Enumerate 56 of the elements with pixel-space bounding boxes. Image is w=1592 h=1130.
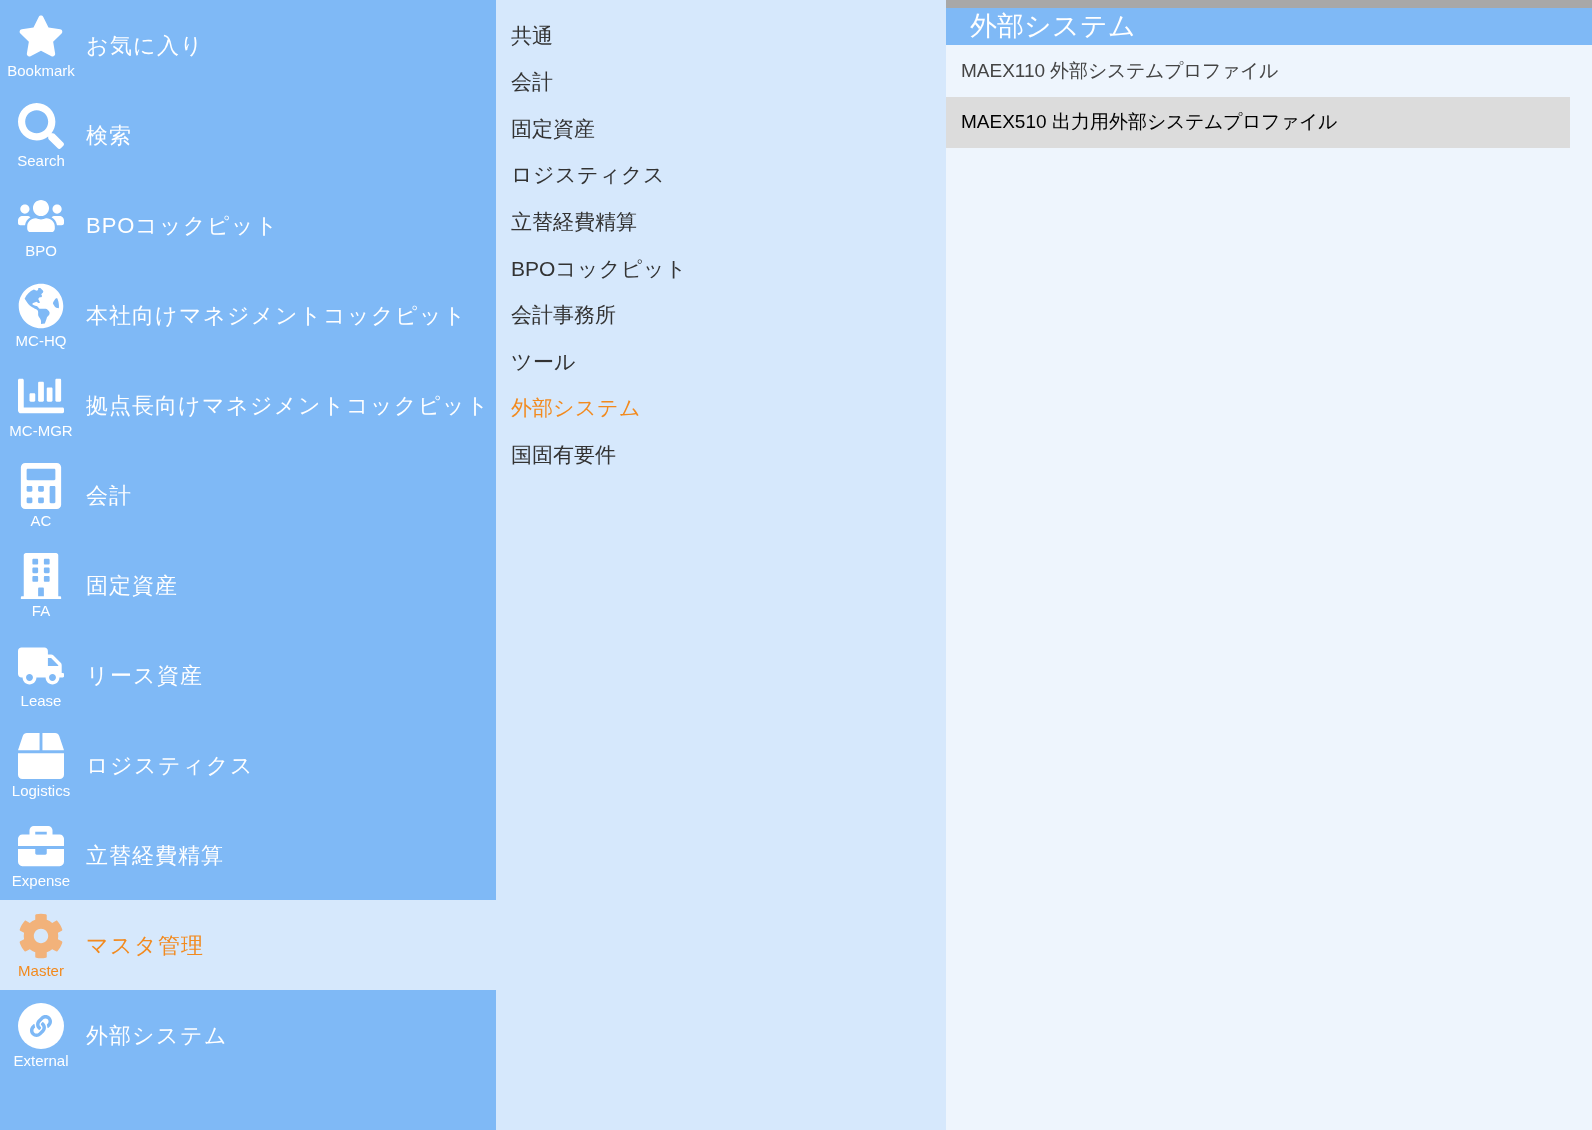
item-caption: External [13, 1052, 69, 1068]
category-item[interactable]: ツール [496, 338, 946, 385]
item-label: お気に入り [86, 31, 204, 60]
category-item[interactable]: 立替経費精算 [496, 198, 946, 245]
globe-icon [18, 282, 64, 329]
item-caption: Master [18, 962, 64, 978]
settings-icon [18, 912, 64, 959]
item-caption: MC-HQ [15, 332, 67, 348]
item-caption: Logistics [11, 782, 71, 798]
item-label: 立替経費精算 [86, 841, 224, 870]
sidebar-item[interactable]: MC-HQ 本社向けマネジメントコックピット [0, 270, 496, 360]
category-item[interactable]: 会計 [496, 58, 946, 106]
category-item[interactable]: 共通 [496, 12, 946, 59]
item-label: 外部システム [86, 1021, 228, 1050]
category-item[interactable]: ロジスティクス [496, 151, 946, 199]
item-label: 検索 [86, 121, 132, 150]
sidebar-item[interactable]: Logistics ロジスティクス [0, 720, 496, 810]
menu-row[interactable]: MAEX510 出力用外部システムプロファイル [946, 97, 1570, 148]
search-icon [18, 102, 64, 149]
item-caption: AC [30, 512, 52, 528]
item-caption: Lease [20, 692, 62, 708]
sidebar-item[interactable]: Search 検索 [0, 90, 496, 180]
calculator-icon [18, 462, 64, 509]
sidebar-item[interactable]: Master マスタ管理 [0, 900, 496, 990]
box-icon [18, 732, 64, 779]
category-item[interactable]: BPOコックピット [496, 244, 946, 292]
sidebar-item[interactable]: FA 固定資産 [0, 540, 496, 630]
link-icon [18, 1002, 64, 1049]
sidebar-item[interactable]: Bookmark お気に入り [0, 0, 496, 90]
item-label: BPOコックピット [86, 211, 280, 240]
item-label: 固定資産 [86, 571, 178, 600]
item-label: マスタ管理 [86, 931, 204, 960]
item-caption: Expense [11, 872, 71, 888]
menu-row[interactable]: MAEX110 外部システムプロファイル [946, 46, 1570, 97]
category-item[interactable]: 固定資産 [496, 105, 946, 152]
item-label: ロジスティクス [86, 751, 254, 780]
item-label: 本社向けマネジメントコックピット [86, 301, 467, 330]
item-caption: FA [31, 602, 51, 618]
category-item[interactable]: 外部システム [496, 384, 946, 432]
item-label: リース資産 [86, 661, 203, 690]
item-label: 会計 [86, 481, 132, 510]
item-caption: BPO [25, 242, 57, 258]
item-caption: Bookmark [7, 62, 75, 78]
item-caption: MC-MGR [9, 422, 73, 438]
building-icon [18, 552, 64, 599]
sidebar-item[interactable]: Expense 立替経費精算 [0, 810, 496, 900]
sidebar-item[interactable]: External 外部システム [0, 990, 496, 1080]
panel-header: 外部システム [946, 8, 1592, 45]
sidebar-item[interactable]: MC-MGR 拠点長向けマネジメントコックピット [0, 360, 496, 450]
item-label: 拠点長向けマネジメントコックピット [86, 391, 490, 420]
category-item[interactable]: 会計事務所 [496, 291, 946, 339]
sidebar-item[interactable]: AC 会計 [0, 450, 496, 540]
sidebar-item[interactable]: Lease リース資産 [0, 630, 496, 720]
item-caption: Search [17, 152, 65, 168]
category-item[interactable]: 国固有要件 [496, 431, 946, 478]
sidebar-item[interactable]: BPO BPOコックピット [0, 180, 496, 270]
